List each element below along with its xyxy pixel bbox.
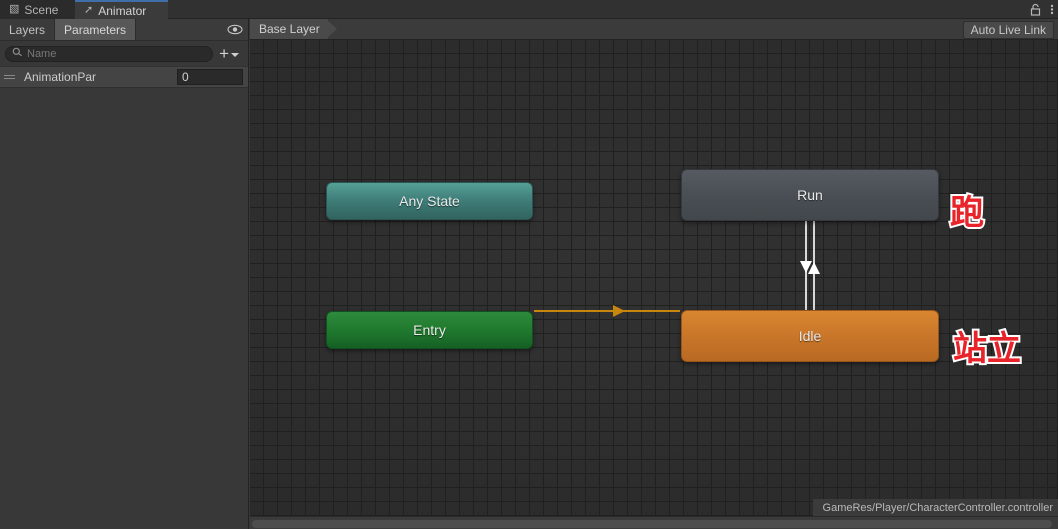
tab-scene[interactable]: ▧ Scene xyxy=(0,0,75,19)
state-node-idle[interactable]: Idle xyxy=(681,310,939,362)
transition-links xyxy=(534,220,820,317)
tab-layers[interactable]: Layers xyxy=(0,19,56,40)
tab-parameters[interactable]: Parameters xyxy=(55,19,137,40)
drag-handle-icon[interactable] xyxy=(4,72,18,82)
tab-animator-label: Animator xyxy=(98,3,147,18)
state-node-entry-label: Entry xyxy=(413,322,446,338)
controller-path-label: GameRes/Player/CharacterController.contr… xyxy=(822,501,1053,514)
state-node-entry[interactable]: Entry xyxy=(326,311,533,349)
parameter-row-animationpar[interactable]: AnimationPar 0 xyxy=(0,66,248,88)
panel-tab-bar: Layers Parameters xyxy=(0,19,248,41)
state-node-run[interactable]: Run xyxy=(681,169,939,221)
plus-icon: + xyxy=(219,44,229,63)
search-input[interactable]: Name xyxy=(5,45,214,62)
window-buttons xyxy=(1030,0,1054,19)
grid-icon: ▧ xyxy=(9,3,20,15)
eye-icon[interactable] xyxy=(226,22,244,37)
parameter-search-row: Name + xyxy=(0,41,248,66)
kebab-menu-icon[interactable] xyxy=(1050,3,1054,16)
horizontal-scrollbar[interactable] xyxy=(250,516,1058,529)
state-machine-canvas[interactable]: Any State Entry Run Idle 跑 站立 GameRes/Pl… xyxy=(250,40,1058,529)
parameter-value-field[interactable]: 0 xyxy=(177,69,243,85)
state-node-idle-label: Idle xyxy=(798,328,822,344)
state-node-run-label: Run xyxy=(797,187,823,203)
layer-breadcrumb-bar: Base Layer Auto Live Link xyxy=(250,19,1058,40)
lock-icon[interactable] xyxy=(1030,3,1041,16)
search-input-placeholder: Name xyxy=(27,47,57,60)
state-node-any-state[interactable]: Any State xyxy=(326,182,533,220)
tab-scene-label: Scene xyxy=(24,2,59,17)
state-node-any-state-label: Any State xyxy=(399,193,460,209)
controller-path-status: GameRes/Player/CharacterController.contr… xyxy=(812,499,1058,516)
horizontal-scrollbar-thumb[interactable] xyxy=(252,520,1052,528)
breadcrumb-chevron-icon xyxy=(326,19,337,39)
transition-entry-to-idle xyxy=(534,305,680,317)
tab-parameters-label: Parameters xyxy=(64,22,127,37)
parameters-empty-area xyxy=(0,88,248,529)
window-tab-strip: ▧ Scene ➚ Animator xyxy=(0,0,1058,19)
graph-area: Base Layer Auto Live Link Any State Entr… xyxy=(250,19,1058,529)
auto-live-link-button[interactable]: Auto Live Link xyxy=(962,21,1054,39)
animator-icon: ➚ xyxy=(84,4,94,16)
breadcrumb-base-layer[interactable]: Base Layer xyxy=(250,19,328,39)
transition-run-idle-pair xyxy=(800,220,820,315)
chevron-down-icon xyxy=(231,47,239,61)
parameters-panel: Layers Parameters Name + AnimationPar 0 xyxy=(0,19,249,529)
annotation-idle: 站立 xyxy=(951,327,1023,371)
parameter-name[interactable]: AnimationPar xyxy=(21,70,177,84)
annotation-run: 跑 xyxy=(948,191,986,235)
add-parameter-button[interactable]: + xyxy=(219,44,243,63)
search-icon xyxy=(12,47,23,61)
animator-window: ▧ Scene ➚ Animator Layers Parameters Nam… xyxy=(0,0,1058,529)
breadcrumb-label: Base Layer xyxy=(259,22,320,36)
tab-animator[interactable]: ➚ Animator xyxy=(75,0,168,19)
tab-layers-label: Layers xyxy=(9,22,46,37)
auto-live-link-label: Auto Live Link xyxy=(970,23,1046,37)
